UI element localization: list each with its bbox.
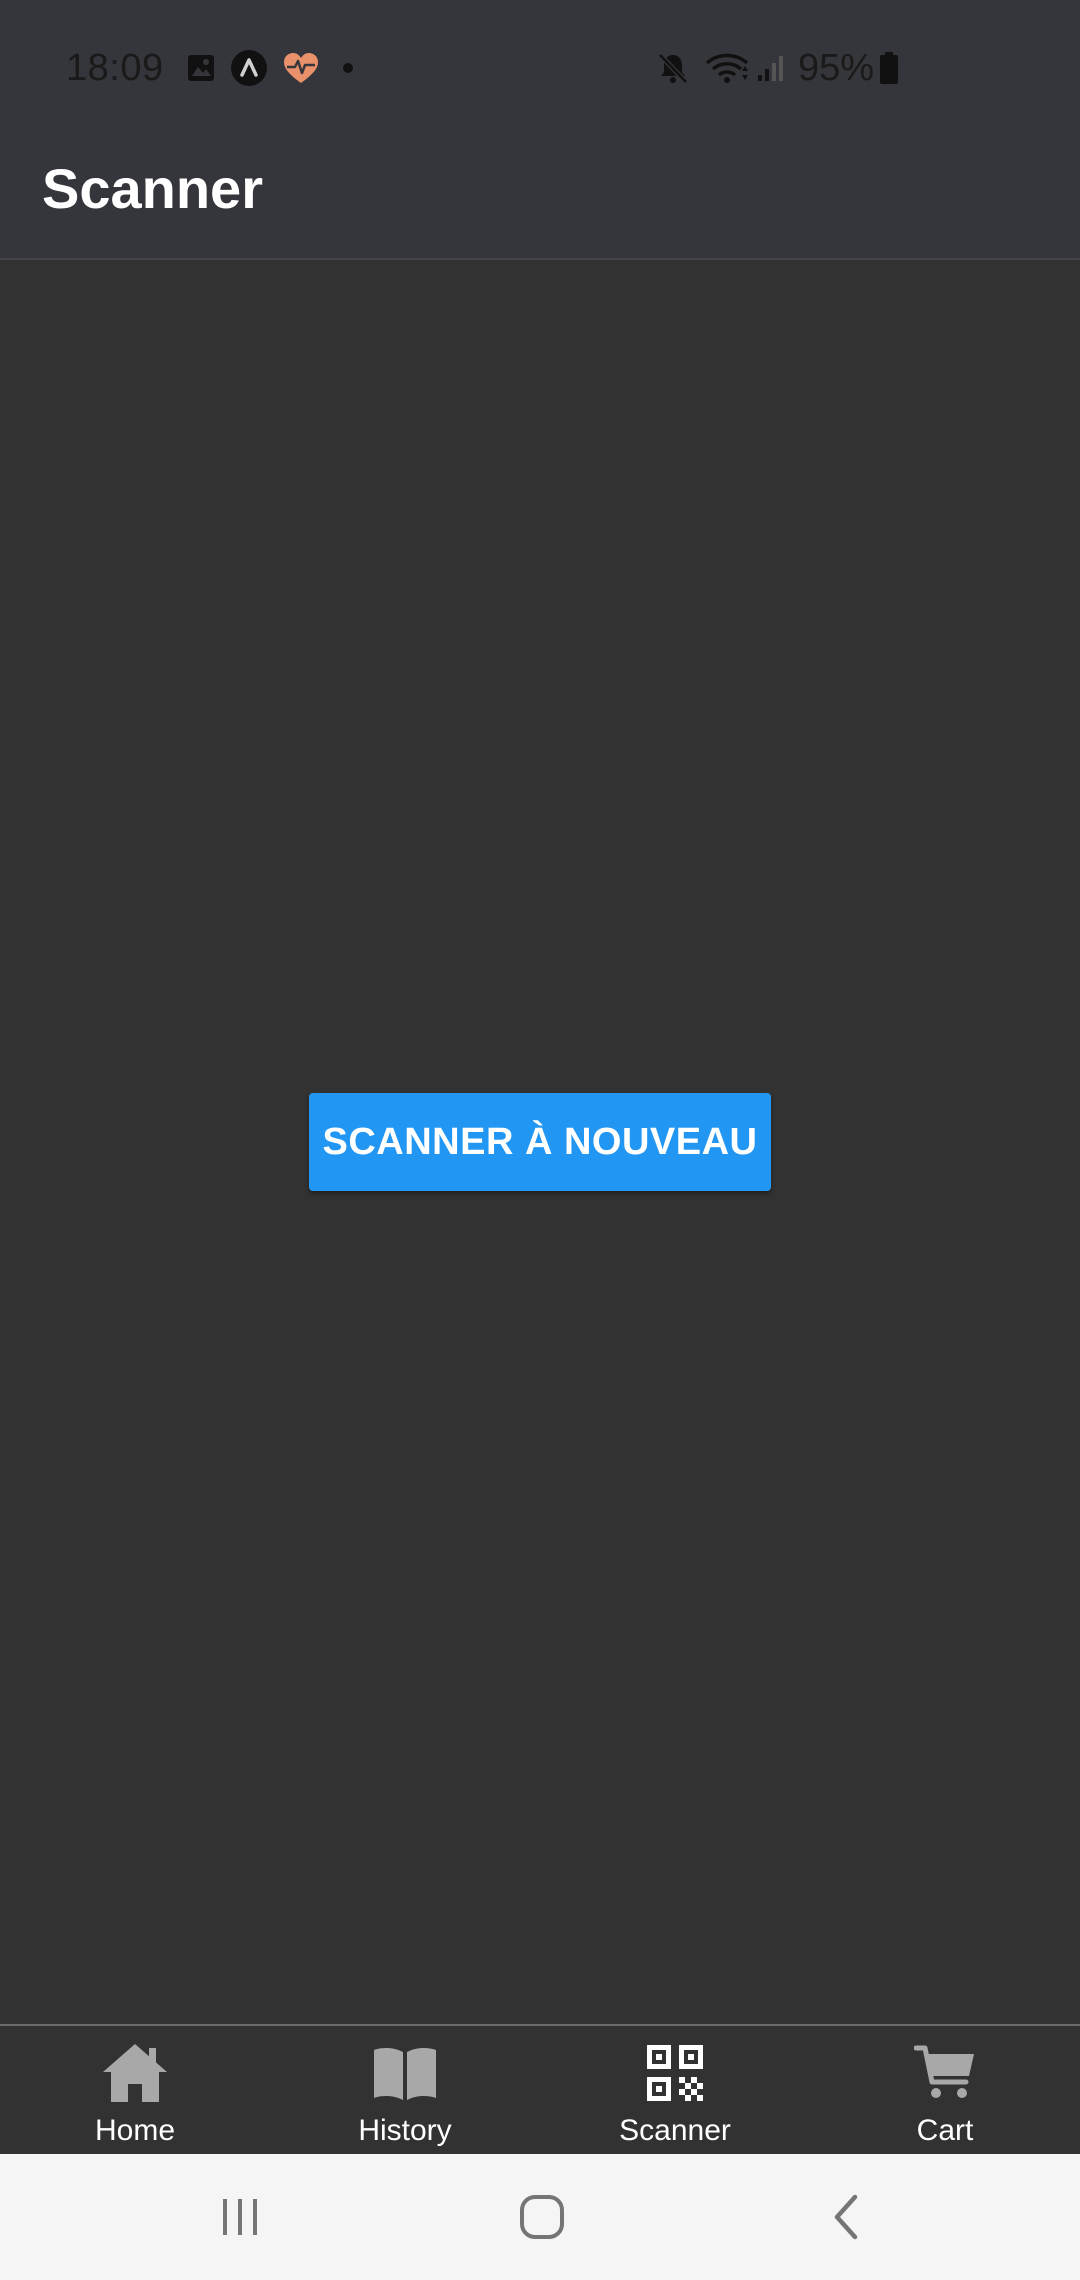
main-content: SCANNER À NOUVEAU xyxy=(0,260,1080,2024)
cart-icon xyxy=(914,2040,976,2106)
qr-code-icon xyxy=(645,2040,705,2106)
mute-icon xyxy=(656,51,690,85)
tab-home[interactable]: Home xyxy=(0,2026,270,2154)
home-circle-icon[interactable] xyxy=(502,2184,582,2250)
status-bar-right: 95% xyxy=(642,42,900,94)
battery-percentage: 95% xyxy=(797,46,874,89)
tab-cart-label: Cart xyxy=(916,2114,974,2147)
battery-icon xyxy=(878,51,900,85)
home-icon xyxy=(101,2040,169,2106)
status-bar-left: 18:09 xyxy=(66,42,354,94)
tab-cart[interactable]: Cart xyxy=(810,2026,1080,2154)
tab-history-label: History xyxy=(358,2114,452,2147)
tab-scanner[interactable]: Scanner xyxy=(540,2026,810,2154)
status-bar: 18:09 95% xyxy=(0,0,1080,128)
tab-history[interactable]: History xyxy=(270,2026,540,2154)
tab-home-label: Home xyxy=(94,2114,176,2147)
signal-icon xyxy=(756,53,786,83)
scanner-screen: 18:09 95% Scanner SCANNER À NOUVEAU Home… xyxy=(0,0,1080,2280)
health-heart-icon xyxy=(282,51,320,85)
book-icon xyxy=(372,2040,438,2106)
recents-icon[interactable] xyxy=(200,2184,280,2250)
gallery-icon xyxy=(186,53,216,83)
app-bar: Scanner xyxy=(0,128,1080,260)
wifi-icon xyxy=(704,51,750,85)
bottom-tab-bar: Home History Scanner Cart xyxy=(0,2024,1080,2154)
scan-again-button[interactable]: SCANNER À NOUVEAU xyxy=(309,1093,771,1191)
system-nav-bar xyxy=(0,2154,1080,2280)
status-time: 18:09 xyxy=(66,46,164,89)
back-icon[interactable] xyxy=(806,2184,886,2250)
tab-scanner-label: Scanner xyxy=(619,2114,731,2147)
page-title: Scanner xyxy=(42,157,263,220)
notification-dot-icon xyxy=(342,62,354,74)
app-a-icon xyxy=(230,49,268,87)
